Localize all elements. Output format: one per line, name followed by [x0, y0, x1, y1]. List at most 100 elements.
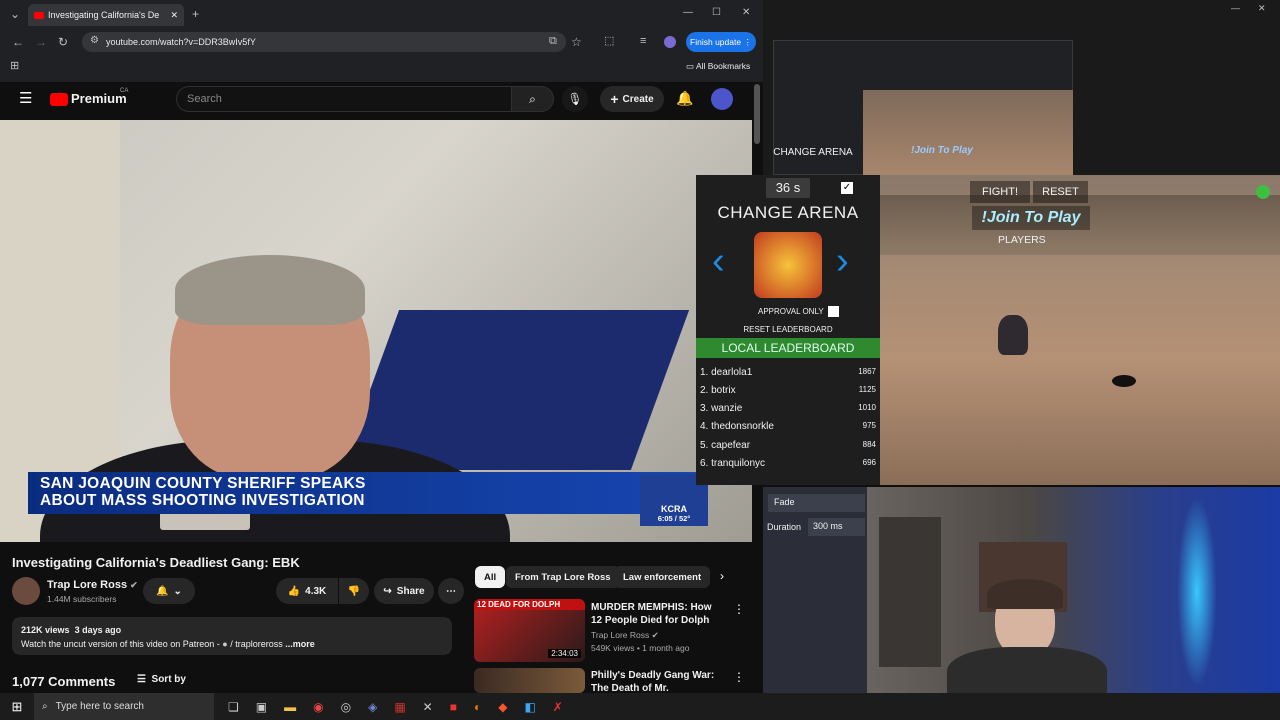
reset-button[interactable]: RESET: [1033, 181, 1088, 203]
profile-avatar[interactable]: [664, 36, 676, 48]
rec-channel-1[interactable]: Trap Lore Ross ✔: [591, 629, 659, 642]
rec-thumbnail-1[interactable]: 12 DEAD FOR DOLPH 2:34:03: [474, 599, 585, 662]
share-button[interactable]: ↪ Share: [374, 578, 434, 604]
players-label: PLAYERS: [998, 234, 1046, 246]
stream-preview-area: CHANGE ARENA !Join To Play — ✕: [763, 0, 1280, 175]
leaderboard-row: 3. wanzie 1010: [700, 403, 876, 414]
create-button[interactable]: + Create: [600, 86, 664, 112]
back-icon[interactable]: ←: [12, 36, 24, 48]
tab-list-icon[interactable]: ⌄: [10, 8, 20, 20]
verified-icon: ✔: [130, 580, 138, 590]
browser-tab[interactable]: Investigating California's De ✕: [28, 4, 184, 26]
youtube-premium-label[interactable]: Premium: [71, 91, 127, 106]
windows-taskbar: ⊞ ⌕ Type here to search ❏ ▣ ▬ ◉ ◎ ◈ ▦ ✕ ■…: [0, 693, 1280, 720]
approval-only-label: APPROVAL ONLY: [758, 307, 824, 316]
speaker-hair: [175, 255, 365, 325]
xsplit-icon[interactable]: ✕: [423, 700, 433, 714]
tab-close-icon[interactable]: ✕: [170, 10, 178, 21]
close-window-icon[interactable]: ✕: [742, 8, 750, 18]
page-scrollbar[interactable]: [754, 84, 760, 144]
taskbar-search[interactable]: ⌕ Type here to search: [34, 693, 214, 720]
rec-meta-1: 549K views • 1 month ago: [591, 643, 690, 653]
rec-menu-icon[interactable]: ⋮: [733, 671, 745, 683]
bookmark-star-icon[interactable]: ☆: [571, 36, 582, 48]
more-actions-button[interactable]: ⋯: [438, 578, 464, 604]
news-lower-third: SAN JOAQUIN COUNTY SHERIFF SPEAKS ABOUT …: [28, 472, 698, 514]
rec-title-2[interactable]: Philly's Deadly Gang War: The Death of M…: [591, 669, 721, 693]
site-info-icon[interactable]: ⚙: [90, 36, 99, 46]
window-close-icon[interactable]: ✕: [1258, 4, 1266, 13]
window-minimize-icon[interactable]: —: [1231, 4, 1240, 13]
task-view-icon[interactable]: ❏: [228, 700, 239, 714]
verified-icon: ✔: [651, 630, 659, 640]
address-bar[interactable]: youtube.com/watch?v=DDR3BwIv5fY: [82, 32, 566, 52]
more-link[interactable]: ...more: [285, 639, 315, 649]
like-button[interactable]: 👍 4.3K: [276, 578, 338, 604]
subscription-bell-button[interactable]: 🔔 ⌄: [143, 578, 195, 604]
news-app-icon[interactable]: ▦: [394, 700, 405, 714]
app-x-icon[interactable]: ✗: [553, 700, 563, 714]
install-icon[interactable]: ⧉: [549, 36, 557, 47]
apps-icon[interactable]: ⊞: [10, 61, 19, 72]
chip-from-channel[interactable]: From Trap Lore Ross: [506, 566, 620, 588]
search-input[interactable]: Search: [176, 86, 512, 112]
channel-name[interactable]: Trap Lore Ross ✔: [47, 579, 138, 591]
fight-button[interactable]: FIGHT!: [970, 181, 1030, 203]
mirrored-game: [863, 90, 1073, 175]
forward-icon[interactable]: →: [35, 36, 47, 48]
extensions-icon[interactable]: ⬚: [604, 36, 614, 47]
finish-update-button[interactable]: Finish update ⋮: [686, 32, 756, 52]
chip-law-enforcement[interactable]: Law enforcement: [614, 566, 711, 588]
new-tab-icon[interactable]: +: [192, 8, 199, 20]
chip-all[interactable]: All: [475, 566, 506, 588]
start-icon[interactable]: ⊞: [0, 699, 34, 715]
duration-label: Duration: [767, 522, 802, 532]
timer-checkbox[interactable]: ✓: [841, 182, 853, 194]
rec-thumbnail-2[interactable]: [474, 668, 585, 693]
leaderboard-row: 4. thedonsnorkle 975: [700, 421, 876, 432]
search-icon: ⌕: [42, 701, 48, 712]
duration-input[interactable]: 300 ms: [808, 518, 865, 536]
github-icon[interactable]: ◎: [341, 700, 351, 714]
account-avatar[interactable]: [711, 88, 733, 110]
rec-title-1[interactable]: MURDER MEMPHIS: How 12 People Died for D…: [591, 601, 721, 627]
region-code: CA: [120, 88, 129, 94]
chevron-right-icon[interactable]: ›: [720, 570, 724, 582]
notifications-bell-icon[interactable]: 🔔: [676, 91, 693, 105]
menu-icon[interactable]: ☰: [19, 91, 32, 106]
arena-next-icon[interactable]: ›: [836, 242, 849, 280]
reload-icon[interactable]: ↻: [58, 36, 68, 48]
maximize-icon[interactable]: ☐: [712, 8, 721, 18]
channel-avatar[interactable]: [12, 577, 40, 605]
mirror-join: !Join To Play: [911, 145, 973, 156]
door-shape: [879, 517, 941, 667]
thumbs-down-icon: 👎: [347, 585, 361, 597]
file-explorer-icon[interactable]: ▬: [284, 700, 296, 714]
rec-menu-icon[interactable]: ⋮: [733, 603, 745, 615]
share-icon: ↪: [383, 585, 392, 597]
microphone-icon: 🎙: [567, 92, 583, 106]
search-button[interactable]: ⌕: [512, 86, 554, 112]
minimize-icon[interactable]: —: [683, 8, 693, 18]
reset-leaderboard-button[interactable]: RESET LEADERBOARD: [696, 325, 880, 334]
all-bookmarks-button[interactable]: ▭ All Bookmarks: [686, 61, 750, 72]
arena-prev-icon[interactable]: ‹: [712, 242, 725, 280]
approval-only-checkbox[interactable]: [828, 306, 839, 317]
app-icon[interactable]: ▣: [256, 700, 267, 714]
youtube-logo-icon[interactable]: [50, 93, 68, 106]
discord-icon[interactable]: ◈: [368, 700, 377, 714]
vscode-icon[interactable]: ◧: [524, 700, 535, 714]
transition-select[interactable]: Fade: [768, 494, 865, 512]
dislike-button[interactable]: 👎: [339, 578, 369, 604]
brave-icon[interactable]: ◆: [498, 700, 507, 714]
leaderboard-row: 1. dearlola1 1867: [700, 367, 876, 378]
sort-by-button[interactable]: ☰ Sort by: [137, 674, 186, 685]
blender-icon[interactable]: ◐: [474, 700, 481, 714]
app-red-icon[interactable]: ■: [450, 700, 457, 714]
description-box[interactable]: 212K views 3 days ago Watch the uncut ve…: [12, 617, 452, 655]
chrome-icon[interactable]: ◉: [313, 700, 323, 714]
voice-search-button[interactable]: 🎙: [562, 86, 588, 112]
green-marker-icon: [1256, 185, 1270, 199]
media-icon[interactable]: ≡: [640, 36, 646, 47]
patreon-link[interactable]: / traploreross: [230, 639, 283, 649]
